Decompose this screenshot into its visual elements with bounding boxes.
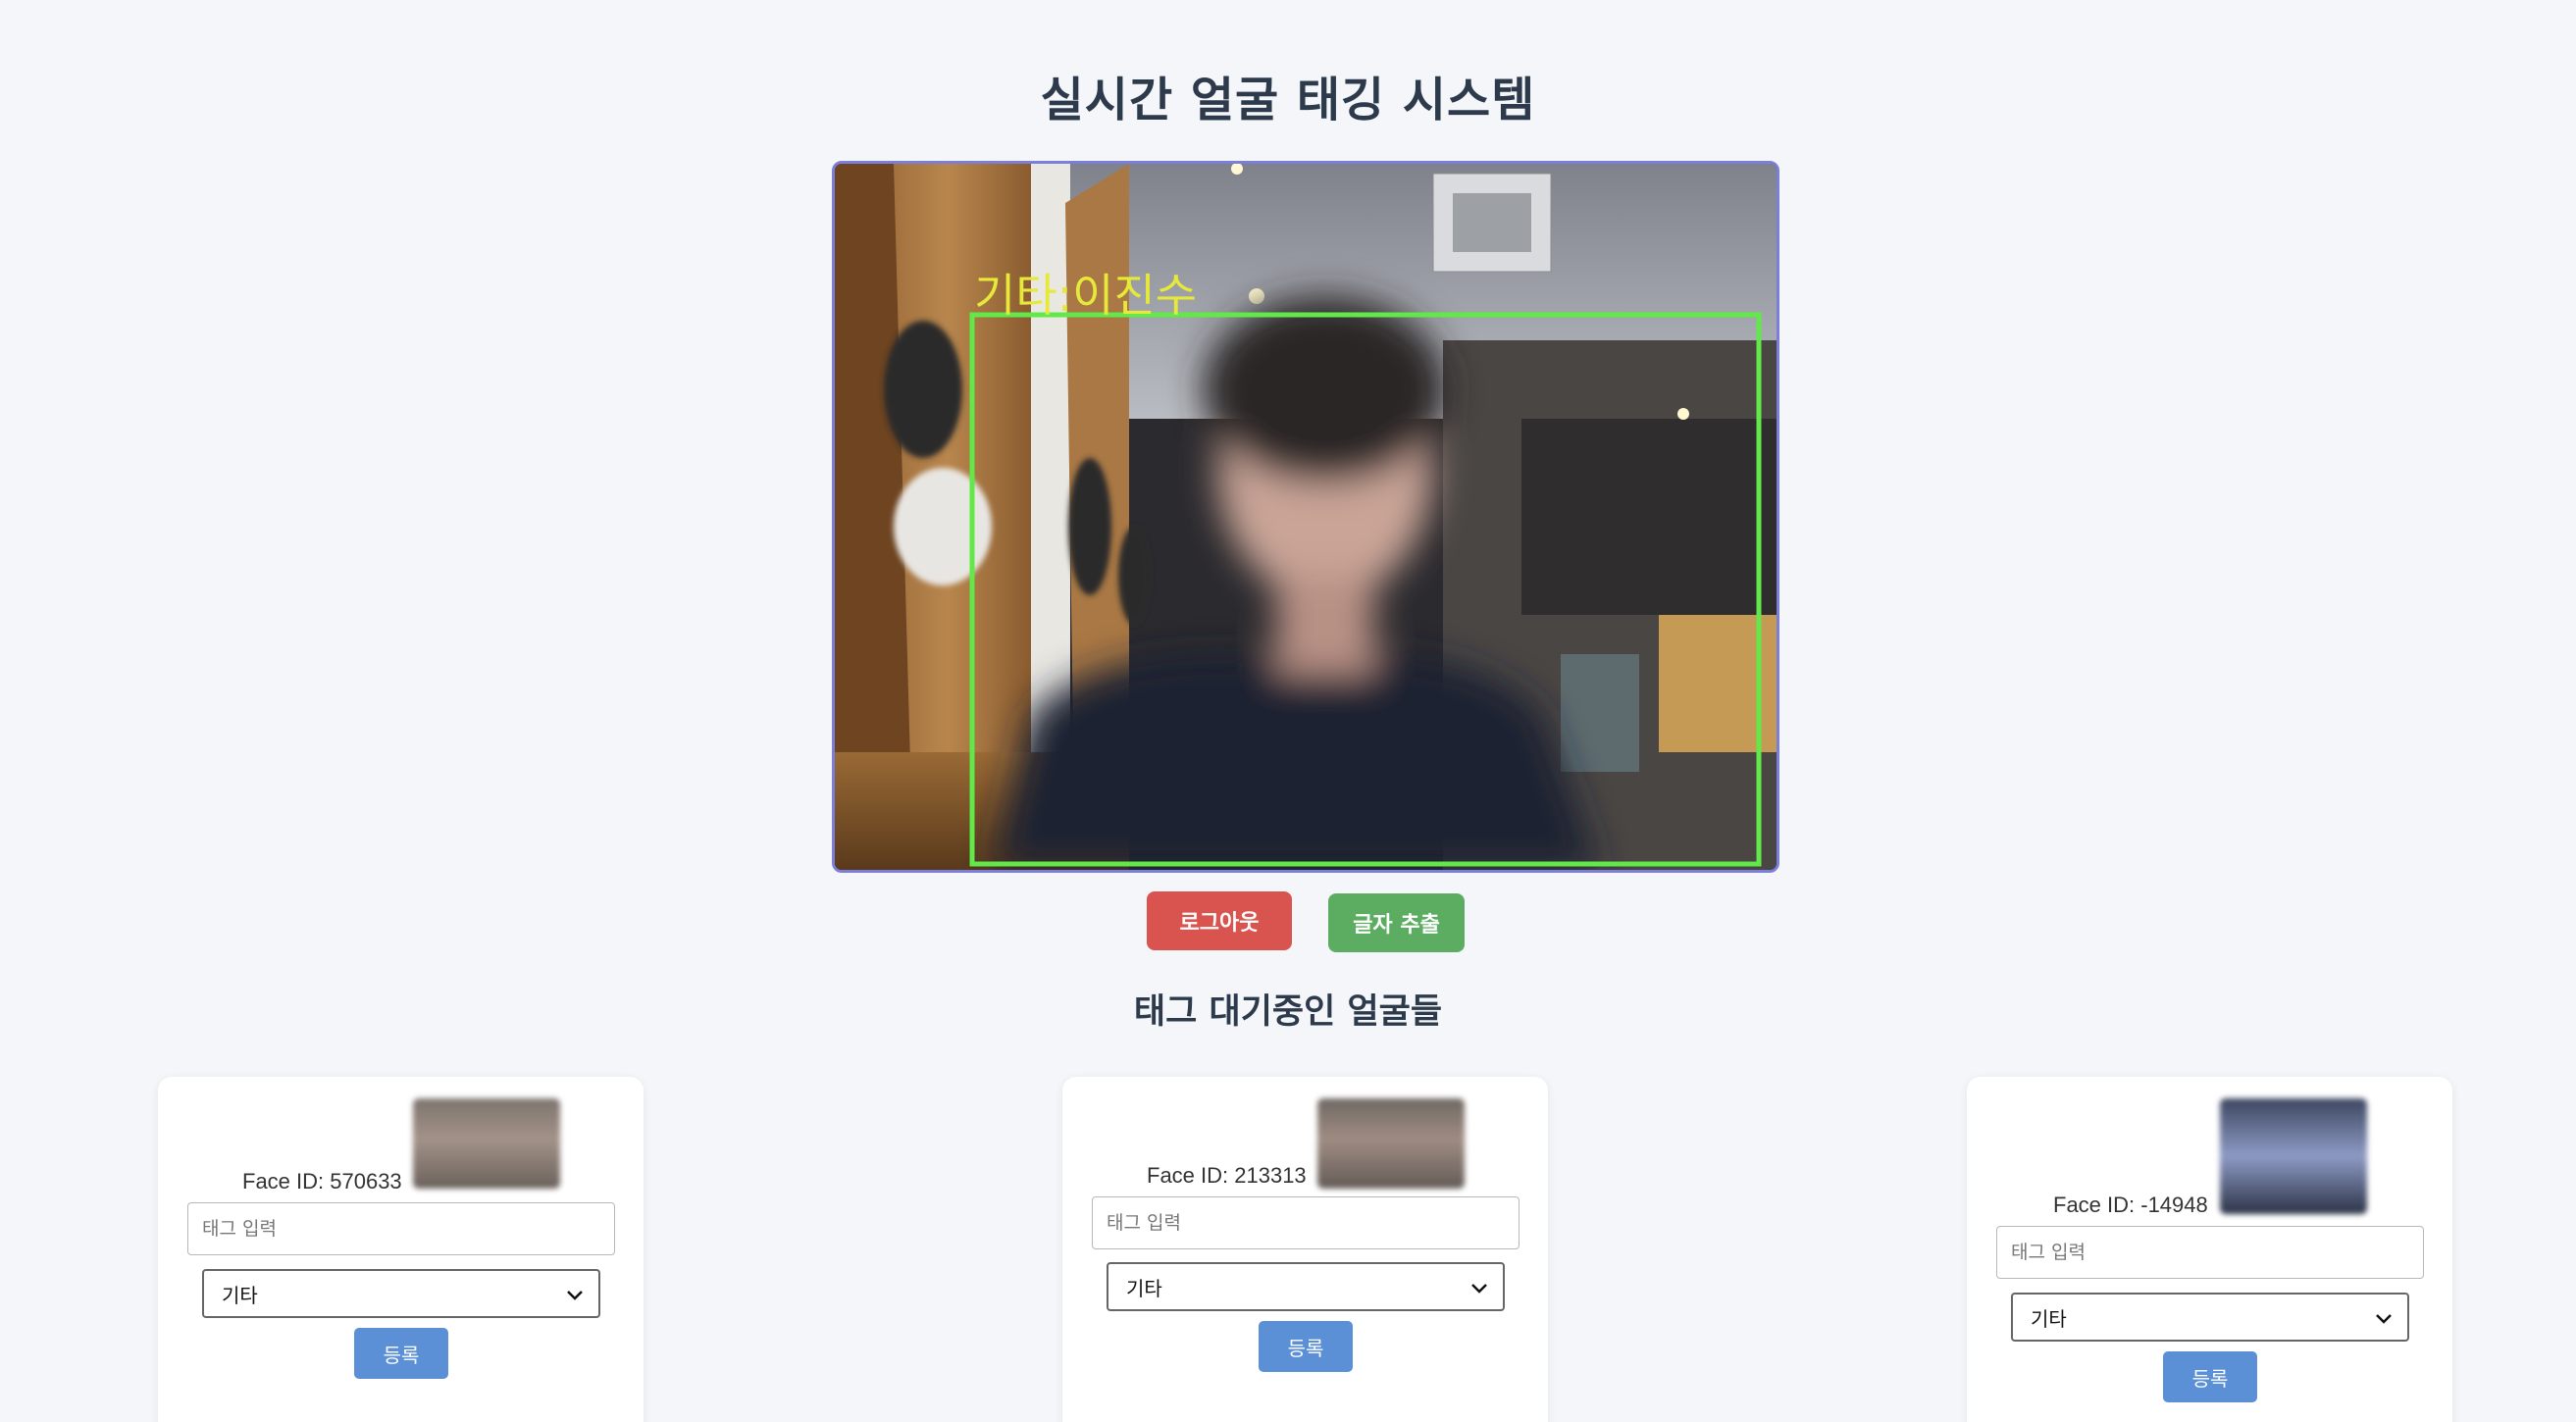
extract-text-button[interactable]: 글자 추출	[1328, 893, 1465, 952]
register-button[interactable]: 등록	[2163, 1351, 2257, 1402]
tag-input[interactable]	[1092, 1196, 1520, 1249]
category-select[interactable]: 기타	[202, 1269, 600, 1318]
tag-input[interactable]	[1996, 1226, 2424, 1279]
page: 실시간 얼굴 태깅 시스템 기타:이진수 로그아웃 글자 추출 태그 대기중인 …	[0, 0, 2576, 1422]
register-button[interactable]: 등록	[1259, 1321, 1353, 1372]
detection-label: 기타:이진수	[974, 269, 1197, 322]
face-card: Face ID: 213313 기타 등록	[1062, 1077, 1548, 1422]
tag-input[interactable]	[187, 1202, 615, 1255]
chevron-down-icon	[567, 1291, 583, 1300]
video-feed: 기타:이진수	[832, 161, 1779, 873]
face-card: Face ID: 570633 기타 등록	[158, 1077, 644, 1422]
face-thumbnail	[2220, 1098, 2367, 1214]
category-select[interactable]: 기타	[1107, 1262, 1505, 1311]
category-select-value: 기타	[222, 1283, 258, 1307]
face-thumbnail	[413, 1098, 560, 1189]
face-card: Face ID: -14948 기타 등록	[1967, 1077, 2452, 1422]
face-id-label: Face ID: 570633	[242, 1169, 402, 1193]
register-button[interactable]: 등록	[354, 1328, 448, 1379]
face-thumbnail	[1317, 1098, 1465, 1189]
category-select-value: 기타	[1126, 1276, 1162, 1300]
chevron-down-icon	[2376, 1314, 2392, 1324]
face-id-label: Face ID: -14948	[2053, 1193, 2208, 1217]
category-select[interactable]: 기타	[2011, 1293, 2409, 1342]
pending-faces-title: 태그 대기중인 얼굴들	[1133, 992, 1443, 1032]
chevron-down-icon	[1471, 1284, 1487, 1294]
page-title: 실시간 얼굴 태깅 시스템	[1040, 73, 1536, 127]
face-id-label: Face ID: 213313	[1147, 1163, 1307, 1188]
category-select-value: 기타	[2031, 1306, 2067, 1331]
logout-button[interactable]: 로그아웃	[1147, 891, 1292, 950]
